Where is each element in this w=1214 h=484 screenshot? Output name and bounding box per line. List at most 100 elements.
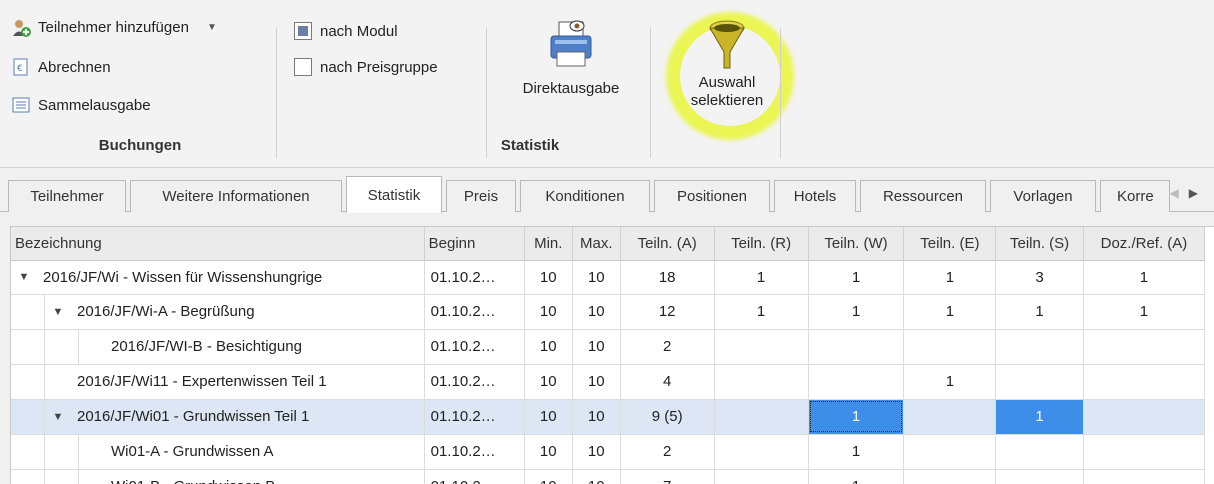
cell-max[interactable]: 10 xyxy=(572,364,621,400)
cell-bezeichnung[interactable]: Wi01-B - Grundwissen B xyxy=(11,469,425,484)
col-header-bezeichnung[interactable]: Bezeichnung xyxy=(11,227,425,261)
cell-beginn[interactable]: 01.10.2… xyxy=(424,399,525,435)
cell-e[interactable] xyxy=(903,329,997,365)
table-row[interactable]: Wi01-A - Grundwissen A 01.10.2… 10 10 2 1 xyxy=(11,434,1206,470)
cell-bezeichnung[interactable]: 2016/JF/WI-B - Besichtigung xyxy=(11,329,425,365)
cell-r[interactable] xyxy=(714,364,809,400)
abrechnen-button[interactable]: € Abrechnen xyxy=(12,54,111,80)
tab-konditionen[interactable]: Konditionen xyxy=(520,180,650,212)
table-row[interactable]: 2016/JF/Wi11 - Expertenwissen Teil 1 01.1… xyxy=(11,364,1206,400)
tab-positionen[interactable]: Positionen xyxy=(654,180,770,212)
col-header-teiln-r[interactable]: Teiln. (R) xyxy=(714,227,809,261)
expand-arrow-icon[interactable]: ▼ xyxy=(45,306,71,318)
cell-bezeichnung[interactable]: ▼ 2016/JF/Wi-A - Begrüßung xyxy=(11,294,425,330)
cell-doz[interactable]: 1 xyxy=(1083,294,1206,330)
cell-beginn[interactable]: 01.10.2… xyxy=(424,294,525,330)
cell-max[interactable]: 10 xyxy=(572,294,621,330)
cell-beginn[interactable]: 01.10.2… xyxy=(424,434,525,470)
tab-ressourcen[interactable]: Ressourcen xyxy=(860,180,986,212)
cell-a[interactable]: 2 xyxy=(620,434,715,470)
cell-a[interactable]: 2 xyxy=(620,329,715,365)
cell-bezeichnung[interactable]: Wi01-A - Grundwissen A xyxy=(11,434,425,470)
table-row[interactable]: ▼ 2016/JF/Wi-A - Begrüßung 01.10.2… 10 10 12 1… xyxy=(11,294,1206,330)
cell-e[interactable] xyxy=(903,434,997,470)
cell-doz[interactable]: 1 xyxy=(1083,260,1206,295)
cell-w[interactable] xyxy=(808,364,905,400)
cell-doz[interactable] xyxy=(1083,469,1206,484)
cell-doz[interactable] xyxy=(1083,399,1206,435)
cell-min[interactable]: 10 xyxy=(524,364,573,400)
sammelausgabe-button[interactable]: Sammelausgabe xyxy=(12,92,151,118)
cell-doz[interactable] xyxy=(1083,329,1206,365)
tab-hotels[interactable]: Hotels xyxy=(774,180,856,212)
cell-e[interactable]: 1 xyxy=(903,294,997,330)
cell-s[interactable] xyxy=(995,434,1084,470)
cell-a[interactable]: 12 xyxy=(620,294,715,330)
cell-s[interactable]: 1 xyxy=(995,294,1084,330)
cell-doz[interactable] xyxy=(1083,434,1206,470)
cell-e[interactable]: 1 xyxy=(903,260,997,295)
tab-vorlagen[interactable]: Vorlagen xyxy=(990,180,1096,212)
cell-e[interactable] xyxy=(903,469,997,484)
cell-s[interactable] xyxy=(995,469,1084,484)
direktausgabe-button[interactable]: Direktausgabe xyxy=(508,18,634,98)
cell-min[interactable]: 10 xyxy=(524,329,573,365)
cell-min[interactable]: 10 xyxy=(524,260,573,295)
cell-beginn[interactable]: 01.10.2… xyxy=(424,469,525,484)
cell-beginn[interactable]: 01.10.2… xyxy=(424,260,525,295)
tab-scroll-left-icon[interactable]: ◀ xyxy=(1170,186,1189,200)
cell-max[interactable]: 10 xyxy=(572,260,621,295)
col-header-beginn[interactable]: Beginn xyxy=(424,227,525,261)
cell-beginn[interactable]: 01.10.2… xyxy=(424,329,525,365)
cell-r[interactable] xyxy=(714,434,809,470)
table-row[interactable]: ▼ 2016/JF/Wi01 - Grundwissen Teil 1 01.10.… xyxy=(11,399,1206,435)
auswahl-selektieren-button[interactable]: Auswahl selektieren xyxy=(670,18,784,110)
cell-max[interactable]: 10 xyxy=(572,329,621,365)
tab-scroll-arrows[interactable]: ◀▶ xyxy=(1170,186,1208,200)
cell-s[interactable] xyxy=(995,364,1084,400)
cell-w[interactable]: 1 xyxy=(808,260,905,295)
cell-s[interactable]: 3 xyxy=(995,260,1084,295)
cell-max[interactable]: 10 xyxy=(572,469,621,484)
col-header-teiln-e[interactable]: Teiln. (E) xyxy=(903,227,997,261)
table-row[interactable]: 2016/JF/WI-B - Besichtigung 01.10.2… 10 10 2 xyxy=(11,329,1206,365)
tab-weitere-informationen[interactable]: Weitere Informationen xyxy=(130,180,342,212)
tab-teilnehmer[interactable]: Teilnehmer xyxy=(8,180,126,212)
tab-scroll-right-icon[interactable]: ▶ xyxy=(1189,186,1208,200)
col-header-max[interactable]: Max. xyxy=(572,227,621,261)
cell-s[interactable] xyxy=(995,329,1084,365)
col-header-teiln-a[interactable]: Teiln. (A) xyxy=(620,227,715,261)
cell-a[interactable]: 18 xyxy=(620,260,715,295)
cell-w[interactable]: 1 xyxy=(808,294,905,330)
checkbox-checked-icon[interactable] xyxy=(294,22,312,40)
cell-a[interactable]: 7 xyxy=(620,469,715,484)
cell-r[interactable] xyxy=(714,329,809,365)
tab-korrespondenz[interactable]: Korre xyxy=(1100,180,1170,212)
cell-r[interactable]: 1 xyxy=(714,260,809,295)
cell-e[interactable] xyxy=(903,399,997,435)
cell-doz[interactable] xyxy=(1083,364,1206,400)
cell-w[interactable]: 1 xyxy=(808,469,905,484)
cell-min[interactable]: 10 xyxy=(524,399,573,435)
tab-statistik[interactable]: Statistik xyxy=(346,176,442,213)
cell-beginn[interactable]: 01.10.2… xyxy=(424,364,525,400)
dropdown-arrow-icon[interactable]: ▼ xyxy=(207,22,217,33)
cell-bezeichnung[interactable]: ▼ 2016/JF/Wi - Wissen für Wissenshungrige xyxy=(11,260,425,295)
cell-r[interactable] xyxy=(714,399,809,435)
nach-preisgruppe-checkbox[interactable]: nach Preisgruppe xyxy=(294,54,438,80)
cell-bezeichnung[interactable]: 2016/JF/Wi11 - Expertenwissen Teil 1 xyxy=(11,364,425,400)
expand-arrow-icon[interactable]: ▼ xyxy=(45,411,71,423)
expand-arrow-icon[interactable]: ▼ xyxy=(11,271,37,283)
tab-preis[interactable]: Preis xyxy=(446,180,516,212)
add-participant-button[interactable]: Teilnehmer hinzufügen ▼ xyxy=(12,14,217,40)
cell-s[interactable]: 1 xyxy=(995,399,1084,435)
table-row[interactable]: Wi01-B - Grundwissen B01.10.2…101071 xyxy=(11,469,1206,484)
cell-r[interactable] xyxy=(714,469,809,484)
col-header-teiln-s[interactable]: Teiln. (S) xyxy=(995,227,1084,261)
cell-a[interactable]: 4 xyxy=(620,364,715,400)
checkbox-unchecked-icon[interactable] xyxy=(294,58,312,76)
cell-w[interactable]: 1 xyxy=(808,434,905,470)
col-header-min[interactable]: Min. xyxy=(524,227,573,261)
cell-max[interactable]: 10 xyxy=(572,399,621,435)
col-header-doz-ref-a[interactable]: Doz./Ref. (A) xyxy=(1083,227,1206,261)
